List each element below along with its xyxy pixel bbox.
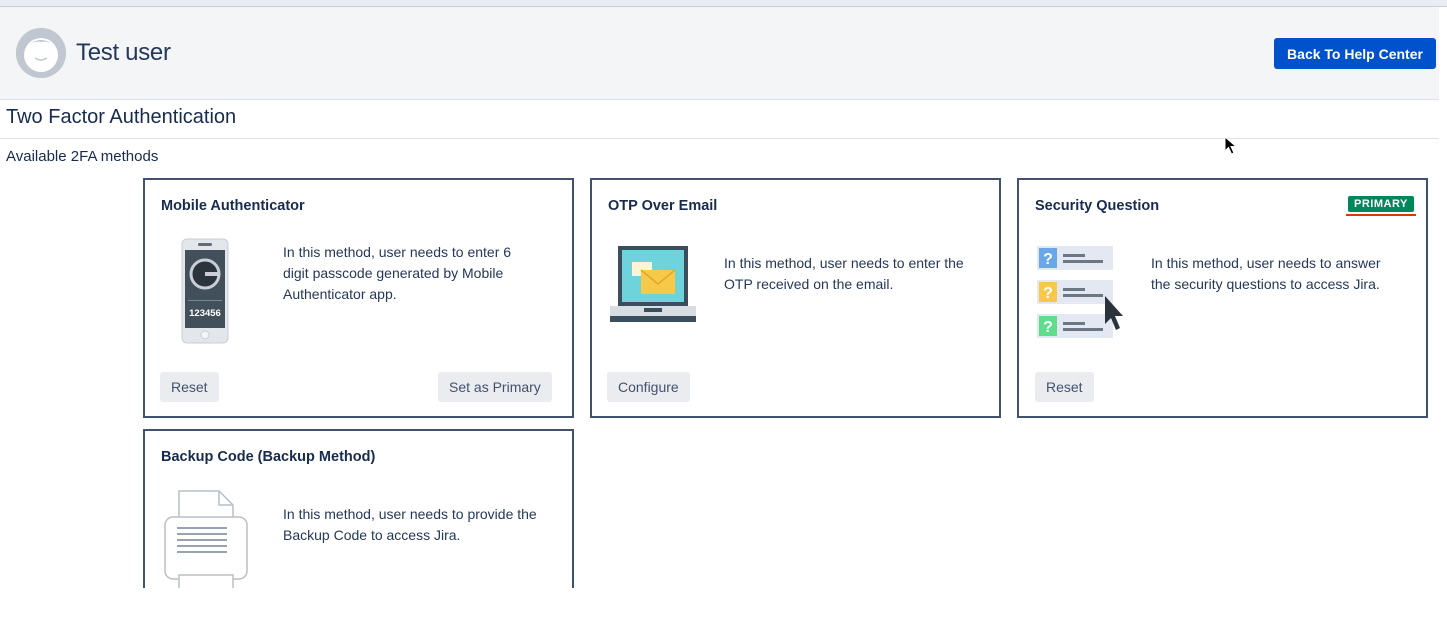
methods-subtitle: Available 2FA methods: [6, 148, 159, 165]
method-card-mobile-authenticator: Mobile Authenticator 123456 In this meth…: [143, 178, 574, 418]
bottom-fade: [0, 588, 1447, 626]
svg-text:?: ?: [1043, 285, 1053, 302]
method-card-otp-email: OTP Over Email In this method, user need…: [590, 178, 1001, 418]
card-title: Security Question: [1035, 198, 1160, 214]
primary-badge: PRIMARY: [1348, 196, 1414, 212]
badge-underline: [1346, 214, 1416, 216]
user-avatar-icon[interactable]: [16, 28, 66, 78]
method-card-security-question: Security Question PRIMARY ? ? ? In this …: [1017, 178, 1428, 418]
method-card-backup-code: Backup Code (Backup Method) In this meth…: [143, 429, 574, 599]
card-title: Mobile Authenticator: [161, 198, 305, 214]
set-as-primary-button[interactable]: Set as Primary: [438, 372, 552, 402]
mouse-pointer-icon: [1224, 135, 1238, 161]
reset-button[interactable]: Reset: [1035, 372, 1094, 402]
backup-code-document-icon: [163, 489, 249, 596]
svg-text:?: ?: [1043, 251, 1053, 268]
card-description: In this method, user needs to enter 6 di…: [283, 244, 512, 302]
card-description: In this method, user needs to answer the…: [1151, 255, 1381, 292]
page-title: Two Factor Authentication: [6, 106, 237, 128]
card-title: Backup Code (Backup Method): [161, 449, 376, 465]
page-header: Test user Back To Help Center: [0, 7, 1439, 100]
card-title: OTP Over Email: [608, 198, 718, 214]
back-to-help-center-button[interactable]: Back To Help Center: [1274, 38, 1436, 69]
email-laptop-icon: [610, 246, 696, 343]
card-description: In this method, user needs to provide th…: [283, 506, 537, 543]
svg-text:?: ?: [1043, 319, 1053, 336]
reset-button[interactable]: Reset: [160, 372, 219, 402]
security-question-icon: ? ? ?: [1037, 244, 1127, 345]
card-description: In this method, user needs to enter the …: [724, 255, 964, 292]
page-title-bar: Two Factor Authentication: [0, 100, 1439, 139]
user-name: Test user: [76, 39, 171, 66]
configure-button[interactable]: Configure: [607, 372, 690, 402]
mobile-authenticator-icon: 123456: [181, 238, 229, 349]
passcode-text: 123456: [189, 308, 221, 319]
top-strip: [0, 0, 1447, 7]
